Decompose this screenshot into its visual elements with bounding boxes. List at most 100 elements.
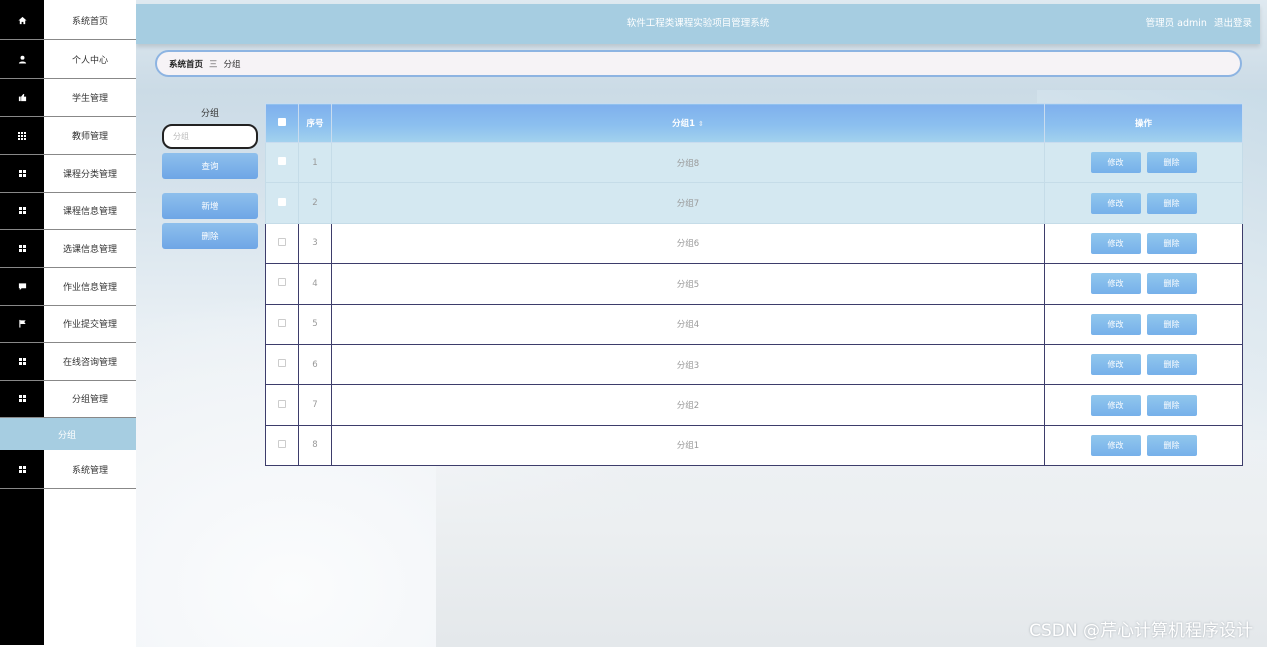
sidebar-item-submission[interactable]: 作业提交管理 — [0, 305, 136, 343]
row-group: 分组8 — [331, 141, 1045, 184]
edit-button[interactable]: 修改 — [1090, 434, 1141, 456]
delete-button[interactable]: 删除 — [1146, 273, 1197, 295]
sidebar-item-groups[interactable]: 分组管理 — [0, 380, 136, 418]
row-select-cell[interactable] — [265, 263, 299, 305]
sidebar-item-label: 课程分类管理 — [62, 170, 117, 180]
sidebar-item-label: 系统首页 — [71, 17, 108, 27]
delete-button[interactable]: 删除 — [1146, 394, 1197, 416]
delete-button[interactable]: 删除 — [1146, 434, 1197, 456]
grid-icon — [0, 155, 44, 192]
grid-icon — [0, 117, 44, 154]
select-all-checkbox[interactable] — [278, 117, 286, 126]
delete-button[interactable]: 删除 — [1146, 152, 1197, 174]
row-actions: 修改 删除 — [1044, 384, 1243, 426]
row-select-cell[interactable] — [265, 141, 299, 184]
sidebar-item-label: 个人中心 — [71, 56, 108, 66]
row-checkbox[interactable] — [278, 197, 286, 206]
breadcrumb-home[interactable]: 系统首页 — [169, 58, 203, 70]
sidebar-item-system[interactable]: 系统管理 — [0, 451, 136, 489]
row-select-cell[interactable] — [265, 303, 299, 345]
row-checkbox[interactable] — [278, 359, 286, 368]
edit-button[interactable]: 修改 — [1090, 232, 1141, 254]
sidebar-item-enrollment[interactable]: 选课信息管理 — [0, 230, 136, 268]
home-icon — [0, 2, 44, 39]
header-group[interactable]: 分组1 ⇕ — [331, 103, 1045, 143]
user-icon — [0, 41, 44, 78]
sidebar-item-label: 课程信息管理 — [62, 207, 117, 217]
row-index: 5 — [298, 303, 332, 345]
row-actions: 修改 删除 — [1044, 263, 1243, 305]
batch-delete-button[interactable]: 删除 — [162, 223, 258, 249]
row-select-cell[interactable] — [265, 384, 299, 426]
logout-link[interactable]: 退出登录 — [1214, 18, 1252, 29]
thumb-icon — [0, 79, 44, 116]
sidebar-item-teachers[interactable]: 教师管理 — [0, 117, 136, 155]
delete-button[interactable]: 删除 — [1146, 232, 1197, 254]
row-group: 分组1 — [331, 424, 1045, 467]
table-row: 1 分组8 修改 删除 — [265, 141, 1243, 184]
row-checkbox[interactable] — [278, 318, 286, 327]
row-checkbox[interactable] — [278, 157, 286, 166]
sidebar-item-students[interactable]: 学生管理 — [0, 79, 136, 117]
row-group: 分组2 — [331, 384, 1045, 426]
table-row: 4 分组5 修改 删除 — [265, 263, 1243, 305]
sort-icon[interactable]: ⇕ — [698, 120, 704, 128]
edit-button[interactable]: 修改 — [1090, 152, 1141, 174]
sidebar-item-course-info[interactable]: 课程信息管理 — [0, 192, 136, 230]
row-index: 4 — [298, 263, 332, 305]
edit-button[interactable]: 修改 — [1090, 354, 1141, 376]
grid-icon — [0, 192, 44, 229]
header-group-label: 分组1 — [672, 119, 696, 129]
row-checkbox[interactable] — [278, 278, 286, 287]
breadcrumb-current: 分组 — [223, 59, 241, 70]
edit-button[interactable]: 修改 — [1090, 394, 1141, 416]
user-label: 管理员 admin — [1145, 18, 1207, 29]
flag-icon — [0, 305, 44, 342]
sidebar-subitem-group[interactable]: 分组 — [0, 418, 136, 450]
query-button[interactable]: 查询 — [162, 153, 258, 179]
row-checkbox[interactable] — [278, 399, 286, 408]
grid-icon — [0, 343, 44, 380]
row-select-cell[interactable] — [265, 222, 299, 265]
select-all-cell[interactable] — [265, 103, 299, 143]
top-header: 软件工程类课程实验项目管理系统 管理员 admin 退出登录 — [136, 4, 1260, 44]
sidebar-item-label: 作业提交管理 — [62, 320, 117, 330]
search-input[interactable] — [162, 124, 258, 149]
sidebar-item-home[interactable]: 系统首页 — [0, 2, 136, 40]
search-panel: 分组 查询 新增 删除 — [162, 104, 258, 249]
sidebar-item-course-category[interactable]: 课程分类管理 — [0, 155, 136, 193]
breadcrumb-separator: 三 — [209, 59, 218, 70]
row-index: 8 — [298, 424, 332, 467]
sidebar-item-homework[interactable]: 作业信息管理 — [0, 268, 136, 306]
app-title: 软件工程类课程实验项目管理系统 — [626, 18, 770, 29]
edit-button[interactable]: 修改 — [1090, 192, 1141, 214]
row-group: 分组3 — [331, 343, 1045, 386]
group-table: 序号 分组1 ⇕ 操作 1 分组8 修改 删除 2 分组7 修改 删除 3 分组6 修改 删除 4 分组5 修… — [265, 103, 1243, 467]
row-checkbox[interactable] — [278, 439, 286, 448]
row-actions: 修改 删除 — [1044, 303, 1243, 345]
row-actions: 修改 删除 — [1044, 222, 1243, 265]
row-select-cell[interactable] — [265, 424, 299, 467]
row-actions: 修改 删除 — [1044, 343, 1243, 386]
sidebar-item-consult[interactable]: 在线咨询管理 — [0, 343, 136, 381]
row-group: 分组7 — [331, 182, 1045, 224]
main-content: 软件工程类课程实验项目管理系统 管理员 admin 退出登录 系统首页 三 分组… — [136, 0, 1267, 647]
row-select-cell[interactable] — [265, 182, 299, 224]
row-checkbox[interactable] — [278, 237, 286, 246]
chat-icon — [0, 268, 44, 305]
sidebar-item-profile[interactable]: 个人中心 — [0, 41, 136, 79]
row-index: 3 — [298, 222, 332, 265]
delete-button[interactable]: 删除 — [1146, 313, 1197, 335]
edit-button[interactable]: 修改 — [1090, 313, 1141, 335]
row-index: 2 — [298, 182, 332, 224]
edit-button[interactable]: 修改 — [1090, 273, 1141, 295]
add-button[interactable]: 新增 — [162, 193, 258, 219]
delete-button[interactable]: 删除 — [1146, 192, 1197, 214]
row-select-cell[interactable] — [265, 343, 299, 386]
table-row: 5 分组4 修改 删除 — [265, 303, 1243, 345]
delete-button[interactable]: 删除 — [1146, 354, 1197, 376]
table-row: 3 分组6 修改 删除 — [265, 222, 1243, 265]
row-actions: 修改 删除 — [1044, 424, 1243, 467]
table-header-row: 序号 分组1 ⇕ 操作 — [265, 103, 1243, 143]
table-row: 7 分组2 修改 删除 — [265, 384, 1243, 426]
